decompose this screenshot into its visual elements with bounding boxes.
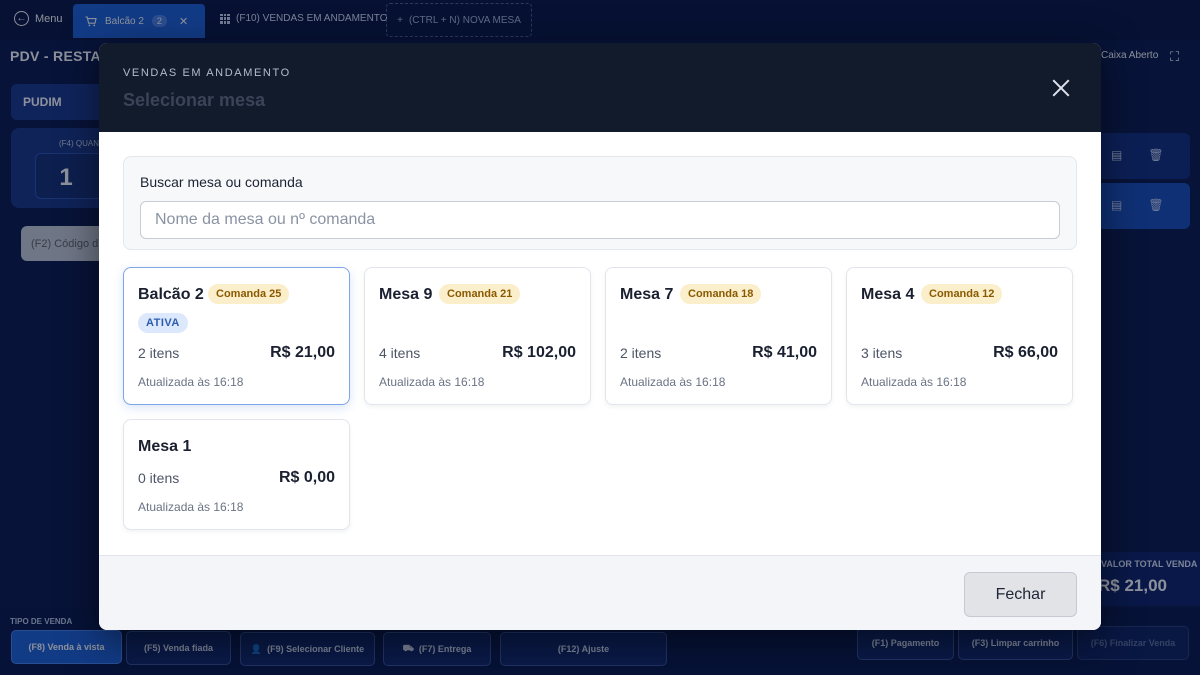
table-name: Mesa 7 bbox=[620, 286, 674, 303]
search-section: Buscar mesa ou comanda bbox=[123, 156, 1077, 250]
updated-time: Atualizada às 16:18 bbox=[861, 375, 967, 389]
table-name: Balcão 2 bbox=[138, 286, 204, 303]
search-label: Buscar mesa ou comanda bbox=[140, 174, 303, 190]
table-name: Mesa 4 bbox=[861, 286, 915, 303]
table-name: Mesa 1 bbox=[138, 438, 192, 455]
updated-time: Atualizada às 16:18 bbox=[379, 375, 485, 389]
table-total: R$ 41,00 bbox=[752, 344, 817, 361]
modal-title: Selecionar mesa bbox=[123, 90, 266, 110]
close-icon[interactable] bbox=[1049, 76, 1073, 100]
table-card-mesa-7[interactable]: Mesa 7 Comanda 18 2 itens R$ 41,00 Atual… bbox=[605, 267, 832, 405]
item-count: 0 itens bbox=[138, 470, 180, 486]
table-name: Mesa 9 bbox=[379, 286, 433, 303]
item-count: 4 itens bbox=[379, 345, 421, 361]
modal-header: VENDAS EM ANDAMENTO Selecionar mesa bbox=[99, 43, 1101, 132]
modal-body: Buscar mesa ou comanda Balcão 2 Comanda … bbox=[99, 132, 1101, 555]
updated-time: Atualizada às 16:18 bbox=[138, 500, 244, 514]
modal-eyebrow: VENDAS EM ANDAMENTO bbox=[123, 67, 291, 79]
close-button[interactable]: Fechar bbox=[964, 572, 1077, 617]
table-total: R$ 21,00 bbox=[270, 344, 335, 361]
status-badge: ATIVA bbox=[138, 313, 188, 333]
item-count: 2 itens bbox=[138, 345, 180, 361]
item-count: 3 itens bbox=[861, 345, 903, 361]
table-card-mesa-1[interactable]: Mesa 1 0 itens R$ 0,00 Atualizada às 16:… bbox=[123, 419, 350, 530]
search-input[interactable] bbox=[140, 201, 1060, 239]
modal-footer: Fechar bbox=[99, 555, 1101, 630]
item-count: 2 itens bbox=[620, 345, 662, 361]
table-total: R$ 66,00 bbox=[993, 344, 1058, 361]
table-card-mesa-9[interactable]: Mesa 9 Comanda 21 4 itens R$ 102,00 Atua… bbox=[364, 267, 591, 405]
updated-time: Atualizada às 16:18 bbox=[620, 375, 726, 389]
updated-time: Atualizada às 16:18 bbox=[138, 375, 244, 389]
table-card-mesa-4[interactable]: Mesa 4 Comanda 12 3 itens R$ 66,00 Atual… bbox=[846, 267, 1073, 405]
table-card-balcao-2[interactable]: Balcão 2 Comanda 25 ATIVA 2 itens R$ 21,… bbox=[123, 267, 350, 405]
table-total: R$ 0,00 bbox=[278, 469, 335, 486]
comanda-badge: Comanda 18 bbox=[680, 284, 762, 304]
comanda-badge: Comanda 21 bbox=[439, 284, 521, 304]
comanda-badge: Comanda 12 bbox=[921, 284, 1003, 304]
table-total: R$ 102,00 bbox=[502, 344, 576, 361]
select-table-modal: VENDAS EM ANDAMENTO Selecionar mesa Busc… bbox=[99, 43, 1101, 630]
comanda-badge: Comanda 25 bbox=[208, 284, 290, 304]
